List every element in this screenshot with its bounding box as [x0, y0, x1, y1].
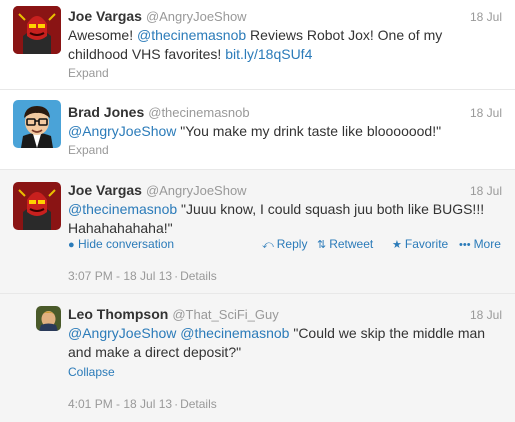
separator: ·: [174, 269, 179, 283]
retweet-icon: ⇅: [317, 239, 327, 251]
bullet-icon: ●: [68, 239, 75, 251]
tweet-3[interactable]: Joe Vargas @AngryJoeShow 18 Jul @thecinem…: [0, 170, 515, 294]
expand-link[interactable]: Expand: [68, 66, 109, 80]
tweet-text-part: Awesome!: [68, 27, 137, 43]
tweet-meta: 4:01 PM - 18 Jul 13 · Details: [68, 397, 217, 411]
retweet-label: Retweet: [329, 237, 374, 251]
author-name[interactable]: Brad Jones: [68, 104, 144, 120]
retweet-action[interactable]: ⇅ Retweet: [317, 237, 373, 253]
favorite-label: Favorite: [404, 237, 449, 251]
expand-link[interactable]: Expand: [68, 143, 109, 157]
tweet-header: Joe Vargas @AngryJoeShow: [68, 8, 247, 26]
star-icon: ★: [392, 239, 402, 251]
author-handle[interactable]: @AngryJoeShow: [146, 9, 247, 24]
more-action[interactable]: ••• More: [459, 237, 501, 253]
avatar-joe-vargas[interactable]: [13, 182, 61, 230]
timestamp-link[interactable]: 4:01 PM - 18 Jul 13: [68, 397, 172, 411]
author-handle[interactable]: @AngryJoeShow: [146, 183, 247, 198]
author-name[interactable]: Joe Vargas: [68, 182, 142, 198]
tweet-text: @AngryJoeShow "You make my drink taste l…: [68, 122, 498, 141]
tweet-text-part: "You make my drink taste like blooooood!…: [176, 123, 442, 139]
mention-link[interactable]: @thecinemasnob: [137, 27, 246, 43]
tweet-date[interactable]: 18 Jul: [470, 10, 502, 24]
tweet-meta: 3:07 PM - 18 Jul 13 · Details: [68, 269, 217, 283]
tweet-text: @AngryJoeShow @thecinemasnob "Could we s…: [68, 324, 488, 362]
avatar-brad-jones[interactable]: [13, 100, 61, 148]
details-link[interactable]: Details: [180, 269, 217, 283]
avatar-joe-vargas[interactable]: [13, 6, 61, 54]
tweet-text: @thecinemasnob "Juuu know, I could squas…: [68, 200, 498, 238]
tweet-1[interactable]: Joe Vargas @AngryJoeShow 18 Jul Awesome! …: [0, 0, 515, 90]
avatar-leo-thompson[interactable]: [36, 306, 61, 331]
mention-link[interactable]: @AngryJoeShow: [68, 123, 176, 139]
dots-icon: •••: [459, 239, 471, 251]
favorite-action[interactable]: ★ Favorite: [392, 237, 448, 253]
mention-link[interactable]: @AngryJoeShow: [68, 325, 176, 341]
tweet-header: Leo Thompson @That_SciFi_Guy: [68, 306, 279, 324]
hide-conversation-link[interactable]: ● Hide conversation: [68, 237, 174, 251]
tweet-header: Joe Vargas @AngryJoeShow: [68, 182, 247, 200]
tweet-header: Brad Jones @thecinemasnob: [68, 104, 250, 122]
timestamp-link[interactable]: 3:07 PM - 18 Jul 13: [68, 269, 172, 283]
url-link[interactable]: bit.ly/18qSUf4: [225, 46, 312, 62]
author-name[interactable]: Joe Vargas: [68, 8, 142, 24]
collapse-link[interactable]: Collapse: [68, 365, 115, 379]
reply-arrow-icon: ⤺: [262, 239, 274, 251]
author-name[interactable]: Leo Thompson: [68, 306, 168, 322]
tweet-date[interactable]: 18 Jul: [470, 106, 502, 120]
mention-link[interactable]: @thecinemasnob: [68, 201, 177, 217]
mention-link[interactable]: @thecinemasnob: [180, 325, 289, 341]
separator: ·: [174, 397, 179, 411]
details-link[interactable]: Details: [180, 397, 217, 411]
tweet-date[interactable]: 18 Jul: [470, 308, 502, 322]
tweet-4[interactable]: Leo Thompson @That_SciFi_Guy 18 Jul @Angr…: [0, 294, 515, 422]
author-handle[interactable]: @thecinemasnob: [148, 105, 249, 120]
hide-conversation-label: Hide conversation: [78, 237, 175, 251]
author-handle[interactable]: @That_SciFi_Guy: [172, 307, 278, 322]
more-label: More: [473, 237, 501, 251]
reply-label: Reply: [276, 237, 308, 251]
reply-action[interactable]: ⤺ Reply: [262, 237, 307, 253]
tweet-text: Awesome! @thecinemasnob Reviews Robot Jo…: [68, 26, 498, 64]
tweet-date[interactable]: 18 Jul: [470, 184, 502, 198]
